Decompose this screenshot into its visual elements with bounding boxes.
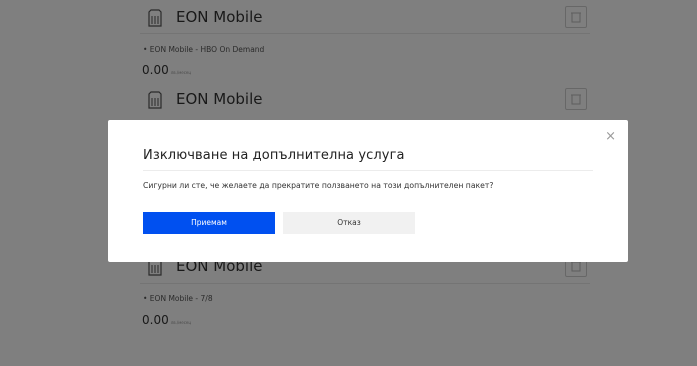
- confirm-dialog: × Изключване на допълнителна услуга Сигу…: [108, 120, 628, 262]
- close-icon[interactable]: ×: [605, 130, 616, 143]
- dialog-divider: [143, 170, 593, 171]
- dialog-title: Изключване на допълнителна услуга: [143, 148, 405, 163]
- cancel-button[interactable]: Отказ: [283, 212, 415, 234]
- accept-button[interactable]: Приемам: [143, 212, 275, 234]
- dialog-message: Сигурни ли сте, че желаете да прекратите…: [143, 181, 494, 190]
